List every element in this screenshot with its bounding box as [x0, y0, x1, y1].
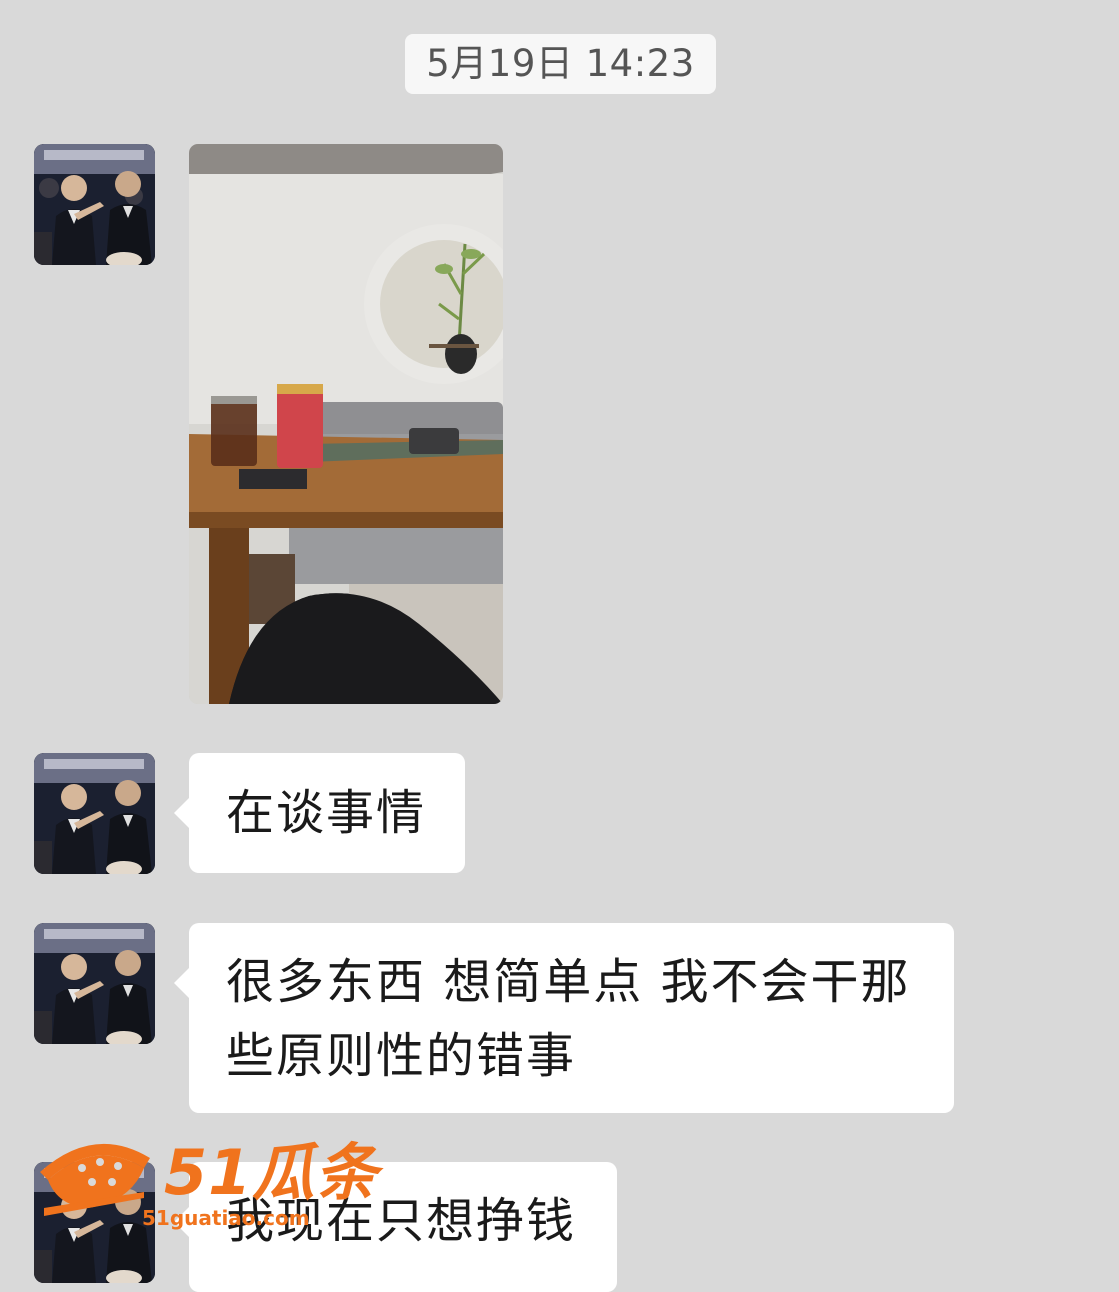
image-message[interactable] — [189, 144, 503, 704]
sender-avatar[interactable] — [34, 144, 155, 265]
text-message-bubble[interactable]: 在谈事情 — [174, 753, 465, 873]
sender-avatar[interactable] — [34, 1162, 155, 1283]
sender-avatar[interactable] — [34, 753, 155, 874]
text-message-bubble[interactable]: 很多东西 想简单点 我不会干那 些原则性的错事 — [174, 923, 954, 1113]
message-text: 我现在只想挣钱 — [226, 1193, 577, 1249]
message-text-line: 些原则性的错事 — [226, 1028, 577, 1084]
chat-timestamp: 5月19日 14:23 — [405, 34, 716, 94]
message-text: 在谈事情 — [226, 785, 427, 841]
message-text-line: 很多东西 想简单点 我不会干那 — [226, 954, 911, 1010]
text-message-bubble[interactable]: 我现在只想挣钱 — [174, 1162, 617, 1292]
photo-table-scene-icon — [189, 144, 503, 704]
sender-avatar[interactable] — [34, 923, 155, 1044]
